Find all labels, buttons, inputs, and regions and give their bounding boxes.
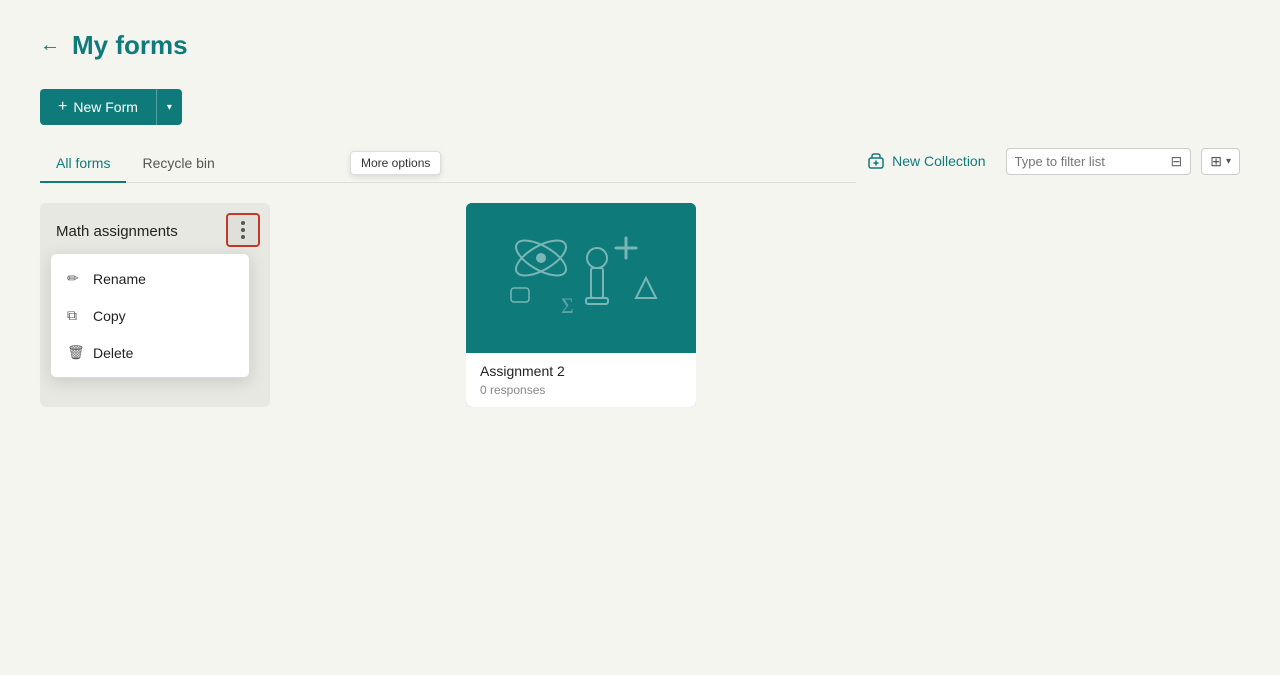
assignment-preview-art: Σ	[481, 208, 681, 348]
filter-input-wrapper: ⊟	[1006, 148, 1192, 175]
cards-area: Math assignments ✏ Rename	[40, 203, 1240, 407]
filter-input[interactable]	[1015, 154, 1165, 169]
three-dots-icon	[241, 221, 245, 239]
assignment-2-card: Σ Assignment 2 0 responses	[466, 203, 696, 407]
copy-icon: ⧉	[67, 307, 83, 324]
rename-icon: ✏	[67, 270, 83, 287]
view-chevron-icon: ▾	[1226, 156, 1231, 167]
menu-item-rename[interactable]: ✏ Rename	[51, 260, 249, 297]
tab-recycle-bin[interactable]: Recycle bin	[126, 145, 230, 183]
page-header: ← My forms	[40, 30, 1240, 61]
assignment-card-body: Assignment 2 0 responses	[466, 353, 696, 407]
menu-item-copy[interactable]: ⧉ Copy	[51, 297, 249, 334]
context-menu: ✏ Rename ⧉ Copy 🗑 Delete	[50, 253, 250, 378]
grid-icon: ⊞	[1210, 153, 1222, 170]
menu-delete-label: Delete	[93, 345, 133, 361]
view-toggle[interactable]: ⊞ ▾	[1201, 148, 1240, 175]
filter-icon: ⊟	[1171, 153, 1183, 170]
new-form-button[interactable]: + New Form	[40, 89, 156, 125]
new-collection-label: New Collection	[892, 153, 985, 169]
collection-icon	[866, 151, 886, 171]
plus-icon: +	[58, 98, 67, 116]
assignment-card-preview: Σ	[466, 203, 696, 353]
math-card-more-button[interactable]	[226, 213, 260, 247]
delete-icon: 🗑	[67, 344, 83, 361]
right-toolbar: New Collection ⊟ ⊞ ▾	[856, 145, 1240, 179]
new-form-dropdown-button[interactable]: ▾	[156, 89, 182, 125]
assignment-title: Assignment 2	[480, 363, 682, 379]
toolbar: + New Form ▾	[40, 89, 1240, 125]
math-card-title: Math assignments	[56, 223, 254, 240]
menu-item-delete[interactable]: 🗑 Delete	[51, 334, 249, 371]
chevron-down-icon: ▾	[167, 102, 172, 113]
new-form-label: New Form	[73, 99, 138, 115]
svg-text:Σ: Σ	[561, 293, 574, 318]
tabs-row: All forms Recycle bin More options	[40, 145, 856, 183]
new-collection-button[interactable]: New Collection	[856, 145, 995, 177]
assignment-responses: 0 responses	[480, 383, 682, 397]
back-arrow-icon[interactable]: ←	[40, 34, 60, 57]
menu-copy-label: Copy	[93, 308, 126, 324]
more-options-tooltip: More options	[350, 151, 441, 175]
menu-rename-label: Rename	[93, 271, 146, 287]
math-assignments-card: Math assignments ✏ Rename	[40, 203, 270, 407]
tab-all-forms[interactable]: All forms	[40, 145, 126, 183]
page: ← My forms + New Form ▾ All forms Recycl…	[0, 0, 1280, 437]
page-title: My forms	[72, 30, 188, 61]
